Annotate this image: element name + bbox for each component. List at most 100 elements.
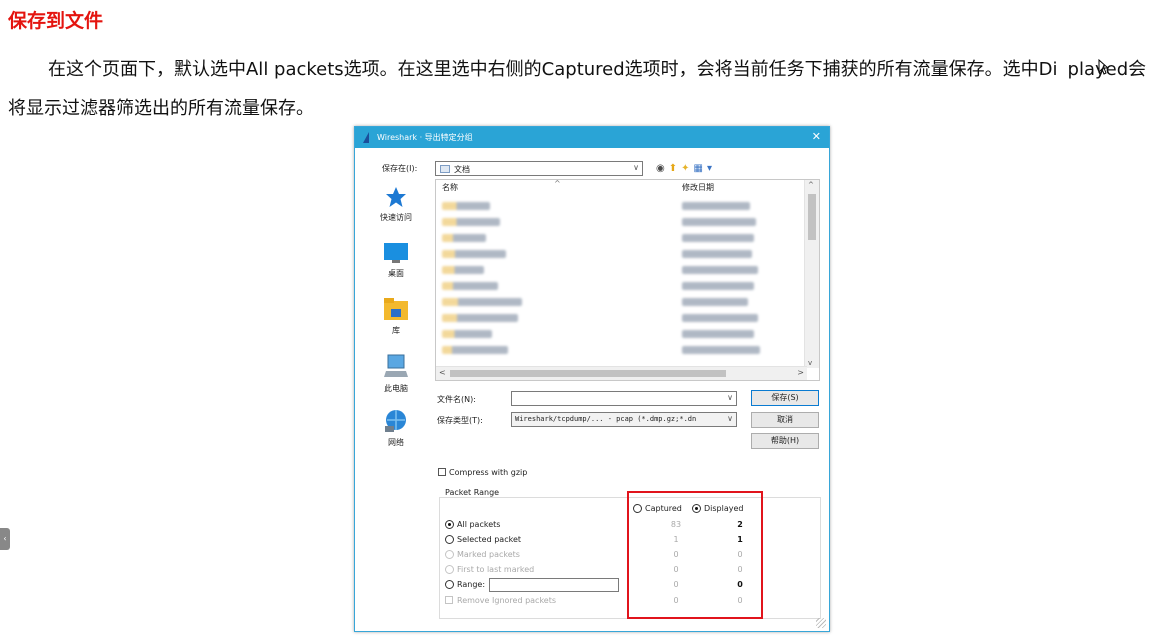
file-list[interactable]: 名称 ^ 修改日期 ^ v < > <box>435 179 820 381</box>
article-paragraph: 在这个页面下，默认选中All packets选项。在这里选中右侧的Capture… <box>8 50 1158 128</box>
scroll-down-icon[interactable]: v <box>808 359 812 367</box>
selected-packet-displayed-count: 1 <box>737 535 743 544</box>
marked-packets-label: Marked packets <box>457 550 520 559</box>
all-packets-displayed-count: 2 <box>737 520 743 529</box>
wireshark-fin-icon <box>363 132 369 143</box>
new-folder-icon[interactable]: ✦ <box>681 163 693 174</box>
save-in-label: 保存在(I): <box>382 164 418 173</box>
filename-label: 文件名(N): <box>437 395 476 404</box>
range-captured-count: 0 <box>673 580 679 589</box>
place-label: 此电脑 <box>384 384 408 393</box>
documents-folder-icon <box>440 165 450 173</box>
list-item[interactable] <box>442 330 492 338</box>
place-label: 网络 <box>388 438 404 447</box>
filetype-select[interactable]: Wireshark/tcpdump/... - pcap (*.dmp.gz;*… <box>511 412 737 427</box>
list-item[interactable] <box>442 266 484 274</box>
range-label: Range: <box>457 580 486 589</box>
desktop-icon <box>384 243 408 263</box>
compress-label: Compress with gzip <box>449 468 528 477</box>
place-label: 快速访问 <box>380 213 412 222</box>
place-library[interactable]: 库 <box>361 297 431 336</box>
list-item[interactable] <box>442 234 486 242</box>
chevron-down-icon: ∨ <box>727 414 733 423</box>
all-packets-radio[interactable] <box>445 520 454 529</box>
packet-range-title: Packet Range <box>443 488 502 497</box>
list-item[interactable] <box>442 314 518 322</box>
help-button[interactable]: 帮助(H) <box>751 433 819 449</box>
selected-packet-label: Selected packet <box>457 535 522 544</box>
first-to-last-radio[interactable] <box>445 565 454 574</box>
list-item-date <box>682 282 754 290</box>
paragraph-text-1: 在这个页面下，默认选中All packets选项。在这里选中右侧的Capture… <box>48 59 1058 80</box>
horizontal-scrollbar[interactable]: < > <box>436 366 807 380</box>
column-header-date[interactable]: 修改日期 <box>682 182 714 193</box>
list-item[interactable] <box>442 298 522 306</box>
scroll-thumb[interactable] <box>808 194 816 240</box>
list-item-date <box>682 250 752 258</box>
marked-packets-radio[interactable] <box>445 550 454 559</box>
place-desktop[interactable]: 桌面 <box>361 242 431 279</box>
dialog-toolbar: ◉⬆✦▦▾ <box>656 163 716 174</box>
list-item-date <box>682 314 758 322</box>
list-item[interactable] <box>442 218 500 226</box>
captured-label: Captured <box>645 504 682 513</box>
list-item[interactable] <box>442 346 508 354</box>
displayed-radio[interactable] <box>692 504 701 513</box>
place-label: 库 <box>392 326 400 335</box>
all-packets-captured-count: 83 <box>670 520 682 529</box>
close-icon[interactable]: ✕ <box>812 130 821 143</box>
resize-grip[interactable] <box>816 618 826 628</box>
list-item-date <box>682 234 754 242</box>
scroll-thumb[interactable] <box>450 370 726 377</box>
mouse-cursor-icon <box>1058 50 1109 75</box>
remove-ignored-checkbox[interactable] <box>445 596 453 604</box>
save-in-value: 文档 <box>454 165 470 174</box>
export-dialog: Wireshark · 导出特定分组 ✕ 保存在(I): 文档 ∨ ◉⬆✦▦▾ … <box>354 126 830 632</box>
save-in-combo[interactable]: 文档 ∨ <box>435 161 643 176</box>
list-item-date <box>682 346 760 354</box>
list-item[interactable] <box>442 202 490 210</box>
place-quick-access[interactable]: 快速访问 <box>361 186 431 223</box>
column-header-name[interactable]: 名称 <box>442 182 458 193</box>
side-tab-handle[interactable]: ‹ <box>0 528 10 550</box>
place-this-pc[interactable]: 此电脑 <box>361 353 431 394</box>
first-to-last-captured-count: 0 <box>673 565 679 574</box>
selected-packet-radio[interactable] <box>445 535 454 544</box>
compress-checkbox[interactable] <box>438 468 446 476</box>
dialog-titlebar: Wireshark · 导出特定分组 ✕ <box>355 127 829 148</box>
range-input[interactable] <box>489 578 619 592</box>
filename-input[interactable]: ∨ <box>511 391 737 406</box>
place-network[interactable]: 网络 <box>361 409 431 448</box>
marked-packets-captured-count: 0 <box>673 550 679 559</box>
computer-icon <box>384 354 408 377</box>
star-icon <box>386 187 406 207</box>
library-icon <box>384 298 408 320</box>
vertical-scrollbar[interactable]: ^ v <box>804 180 819 368</box>
chevron-down-icon: ∨ <box>727 393 733 402</box>
save-button[interactable]: 保存(S) <box>751 390 819 406</box>
remove-ignored-label: Remove Ignored packets <box>457 596 557 605</box>
scroll-left-icon[interactable]: < <box>439 368 446 377</box>
selected-packet-captured-count: 1 <box>673 535 679 544</box>
back-icon[interactable]: ◉ <box>656 163 669 174</box>
range-displayed-count: 0 <box>737 580 743 589</box>
range-radio[interactable] <box>445 580 454 589</box>
section-heading: 保存到文件 <box>8 10 104 32</box>
cancel-button[interactable]: 取消 <box>751 412 819 428</box>
first-to-last-label: First to last marked <box>457 565 535 574</box>
view-menu-icon[interactable]: ▦▾ <box>694 163 716 174</box>
all-packets-label: All packets <box>457 520 501 529</box>
list-item[interactable] <box>442 250 506 258</box>
remove-ignored-captured-count: 0 <box>673 596 679 605</box>
network-icon <box>385 410 406 432</box>
displayed-label: Displayed <box>704 504 744 513</box>
captured-radio[interactable] <box>633 504 642 513</box>
sort-arrow-icon: ^ <box>554 179 561 188</box>
list-item-date <box>682 202 750 210</box>
list-item[interactable] <box>442 282 498 290</box>
up-folder-icon[interactable]: ⬆ <box>669 163 681 174</box>
filetype-label: 保存类型(T): <box>437 416 483 425</box>
scroll-right-icon[interactable]: > <box>797 368 804 377</box>
marked-packets-displayed-count: 0 <box>737 550 743 559</box>
scroll-up-icon[interactable]: ^ <box>808 181 814 189</box>
